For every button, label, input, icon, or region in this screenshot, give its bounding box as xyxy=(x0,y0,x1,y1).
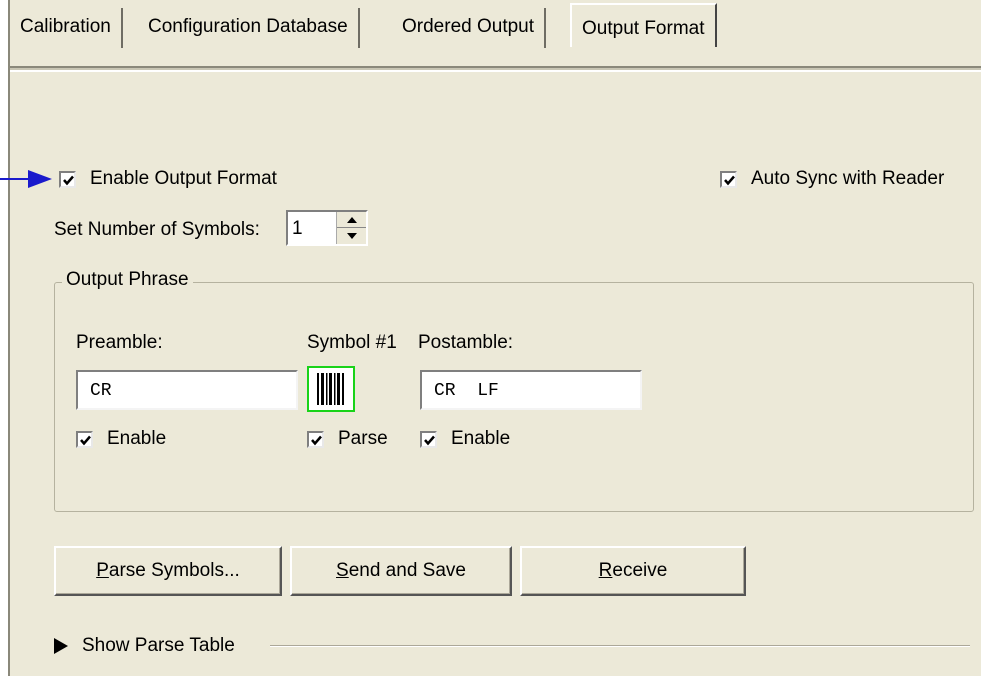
receive-button[interactable]: Receive xyxy=(520,546,746,596)
postamble-enable-checkbox[interactable]: Enable xyxy=(420,428,510,450)
show-parse-table-toggle[interactable]: Show Parse Table xyxy=(54,635,235,657)
checkbox-checked-icon xyxy=(59,170,76,188)
tab-calibration[interactable]: Calibration xyxy=(10,8,123,48)
annotation-arrow-icon xyxy=(28,170,52,188)
parse-symbols-mnemonic: P xyxy=(96,560,109,581)
stepper-up-button[interactable] xyxy=(337,212,366,228)
send-and-save-mnemonic: S xyxy=(336,560,349,581)
tab-output-format[interactable]: Output Format xyxy=(570,3,717,47)
postamble-enable-label: Enable xyxy=(451,428,511,449)
postamble-input[interactable]: CR LF xyxy=(420,370,642,410)
symbol-parse-label: Parse xyxy=(338,428,388,449)
symbol-1-label: Symbol #1 xyxy=(307,332,397,353)
checkbox-checked-icon xyxy=(720,170,737,188)
checkbox-checked-icon xyxy=(76,430,93,448)
parse-symbols-label: arse Symbols... xyxy=(108,560,240,581)
preamble-enable-checkbox[interactable]: Enable xyxy=(76,428,166,450)
symbols-count-label: Set Number of Symbols: xyxy=(54,219,260,240)
show-parse-table-label: Show Parse Table xyxy=(82,635,235,656)
output-format-panel: Calibration Configuration Database Order… xyxy=(8,0,981,676)
checkbox-checked-icon xyxy=(420,430,437,448)
postamble-label: Postamble: xyxy=(418,332,514,353)
tab-strip: Calibration Configuration Database Order… xyxy=(10,0,981,64)
parse-table-divider xyxy=(270,645,970,647)
arrow-down-icon xyxy=(346,233,357,239)
stepper-buttons xyxy=(336,212,366,244)
enable-output-format-checkbox[interactable]: Enable Output Format xyxy=(59,168,277,190)
auto-sync-label: Auto Sync with Reader xyxy=(751,168,945,189)
tab-configuration-database[interactable]: Configuration Database xyxy=(138,8,360,48)
receive-label: eceive xyxy=(612,560,668,581)
output-phrase-title: Output Phrase xyxy=(62,269,193,291)
symbols-count-value[interactable]: 1 xyxy=(292,218,303,240)
symbol-parse-checkbox[interactable]: Parse xyxy=(307,428,388,450)
symbols-count-stepper[interactable]: 1 xyxy=(286,210,368,246)
arrow-up-icon xyxy=(346,216,357,223)
receive-mnemonic: R xyxy=(598,560,613,581)
send-and-save-button[interactable]: Send and Save xyxy=(290,546,512,596)
checkbox-checked-icon xyxy=(307,430,324,448)
preamble-label: Preamble: xyxy=(76,332,163,353)
send-and-save-label: end and Save xyxy=(348,560,466,581)
enable-output-format-label: Enable Output Format xyxy=(90,168,277,189)
stepper-down-button[interactable] xyxy=(337,228,366,244)
tab-ordered-output[interactable]: Ordered Output xyxy=(392,8,547,48)
expand-triangle-icon xyxy=(54,638,68,654)
auto-sync-checkbox[interactable]: Auto Sync with Reader xyxy=(720,168,944,190)
parse-symbols-button[interactable]: Parse Symbols... xyxy=(54,546,282,596)
tab-divider xyxy=(10,66,981,72)
barcode-icon[interactable] xyxy=(307,366,355,412)
preamble-enable-label: Enable xyxy=(107,428,167,449)
preamble-input[interactable]: CR xyxy=(76,370,298,410)
